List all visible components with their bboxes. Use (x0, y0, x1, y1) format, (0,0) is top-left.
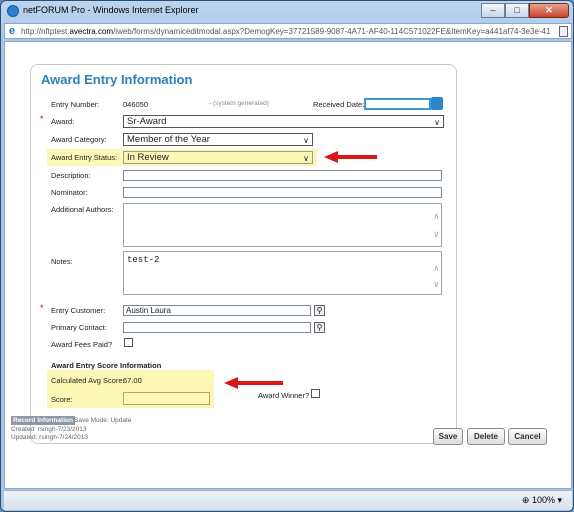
delete-button[interactable]: Delete (467, 428, 505, 445)
scroll-down-icon[interactable]: ∨ (434, 280, 439, 290)
annotation-arrow-icon (324, 151, 338, 163)
required-marker: * (40, 303, 44, 313)
document-icon (559, 26, 568, 37)
award-label: Award: (51, 117, 75, 126)
calendar-icon[interactable] (431, 97, 443, 110)
required-marker: * (40, 114, 44, 124)
annotation-arrow-shaft (337, 155, 377, 159)
status-label: Award Entry Status: (51, 153, 118, 162)
chevron-down-icon: ∨ (303, 136, 309, 145)
nominator-input[interactable] (123, 187, 442, 198)
annotation-arrow-shaft (237, 381, 283, 385)
primary-contact-label: Primary Contact: (51, 323, 107, 332)
close-button[interactable]: ✕ (529, 3, 569, 18)
save-button[interactable]: Save (433, 428, 463, 445)
browser-window: netFORUM Pro - Windows Internet Explorer… (0, 0, 574, 512)
window-title: netFORUM Pro - Windows Internet Explorer (23, 5, 199, 15)
description-input[interactable] (123, 170, 442, 181)
maximize-button[interactable]: □ (505, 3, 529, 18)
scroll-up-icon[interactable]: ∧ (434, 212, 439, 222)
notes-label: Notes: (51, 257, 73, 266)
entry-number-label: Entry Number: (51, 100, 100, 109)
award-select[interactable]: Sr-Award ∨ (123, 115, 444, 128)
panel-title: Award Entry Information (41, 72, 193, 87)
award-value: Sr-Award (127, 116, 167, 127)
minimize-button[interactable]: – (481, 3, 505, 18)
score-input[interactable] (123, 392, 210, 405)
updated-text: Updated: rsingh-7/24/2013 (11, 434, 88, 441)
award-winner-checkbox[interactable] (311, 389, 320, 398)
scroll-down-icon[interactable]: ∨ (434, 230, 439, 240)
award-category-label: Award Category: (51, 135, 107, 144)
status-bar: ⊕ 100% ▾ (4, 490, 572, 510)
award-winner-label: Award Winner? (258, 391, 310, 400)
address-bar[interactable]: e http://nftptest.avectra.com/iweb/forms… (4, 23, 572, 39)
save-mode-text: Save Mode: Update (74, 417, 132, 424)
score-label: Score: (51, 395, 73, 404)
notes-textarea[interactable]: test-2 ∧ ∨ (123, 251, 442, 295)
system-generated-note: - (system generated) (209, 100, 269, 107)
chevron-down-icon: ∨ (434, 118, 440, 127)
entry-number-value: 046050 (123, 100, 149, 109)
url-text: http://nftptest.avectra.com/iweb/forms/d… (21, 27, 551, 36)
ie-logo-icon (7, 5, 19, 17)
created-text: Created: rsingh-7/23/2013 (11, 426, 87, 433)
status-value: In Review (127, 152, 169, 163)
ie-page-icon: e (9, 25, 16, 37)
award-category-select[interactable]: Member of the Year ∨ (123, 133, 313, 146)
additional-authors-label: Additional Authors: (51, 205, 114, 214)
lookup-icon[interactable]: ⚲ (314, 322, 325, 333)
title-bar: netFORUM Pro - Windows Internet Explorer… (1, 1, 573, 21)
scroll-up-icon[interactable]: ∧ (434, 264, 439, 274)
fees-paid-label: Award Fees Paid? (51, 340, 113, 349)
page-content: Award Entry Information Entry Number: 04… (4, 41, 572, 489)
calc-avg-label: Calculated Avg Score: (51, 376, 125, 385)
entry-customer-input[interactable]: Austin Laura (123, 305, 311, 316)
primary-contact-input[interactable] (123, 322, 311, 333)
nominator-label: Nominator: (51, 188, 88, 197)
entry-customer-label: Entry Customer: (51, 306, 106, 315)
award-category-value: Member of the Year (127, 134, 210, 145)
annotation-arrow-icon (224, 377, 238, 389)
lookup-icon[interactable]: ⚲ (314, 305, 325, 316)
notes-value: test-2 (127, 255, 160, 265)
zoom-control[interactable]: ⊕ 100% ▾ (522, 495, 562, 506)
received-date-label: Received Date: (313, 100, 365, 109)
received-date-input[interactable] (364, 98, 431, 110)
score-section-title: Award Entry Score Information (51, 361, 162, 370)
description-label: Description: (51, 171, 91, 180)
status-select[interactable]: In Review ∨ (123, 151, 313, 164)
zoom-icon: ⊕ (521, 495, 530, 505)
award-entry-panel: Award Entry Information Entry Number: 04… (30, 64, 457, 444)
record-info-tag: Record Information (11, 416, 75, 425)
chevron-down-icon: ∨ (303, 154, 309, 163)
cancel-button[interactable]: Cancel (508, 428, 547, 445)
calc-avg-value: 67.00 (123, 376, 142, 385)
fees-paid-checkbox[interactable] (124, 338, 133, 347)
additional-authors-textarea[interactable]: ∧ ∨ (123, 203, 442, 247)
